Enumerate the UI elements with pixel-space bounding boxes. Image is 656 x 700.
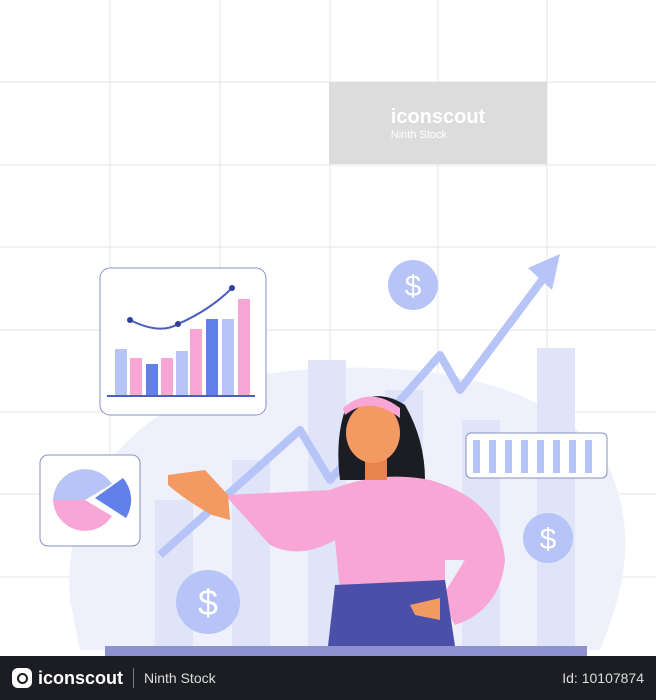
- illustration-art: $ $ $: [0, 0, 656, 656]
- svg-text:$: $: [198, 582, 218, 623]
- footer-bar: iconscout Ninth Stock Id: 10107874: [0, 656, 656, 700]
- footer-brand[interactable]: iconscout: [12, 668, 123, 689]
- progress-bars-card: [465, 432, 608, 479]
- desk: [105, 646, 587, 656]
- svg-text:$: $: [405, 270, 422, 303]
- pie-chart-card: [39, 454, 141, 547]
- footer-author[interactable]: Ninth Stock: [144, 670, 216, 686]
- bar-chart-card: [99, 267, 267, 416]
- svg-text:$: $: [540, 523, 557, 556]
- iconscout-logo-icon: [12, 668, 32, 688]
- asset-id: Id: 10107874: [562, 670, 644, 686]
- watermark-author: Ninth Stock: [390, 128, 448, 141]
- watermark-brand: iconscout: [390, 105, 486, 128]
- illustration: $ $ $ iconscout Ninth Stock iconscout Ni…: [0, 0, 656, 700]
- footer-brand-name: iconscout: [38, 667, 124, 688]
- divider: [133, 668, 135, 688]
- watermark: iconscout Ninth Stock: [329, 82, 547, 164]
